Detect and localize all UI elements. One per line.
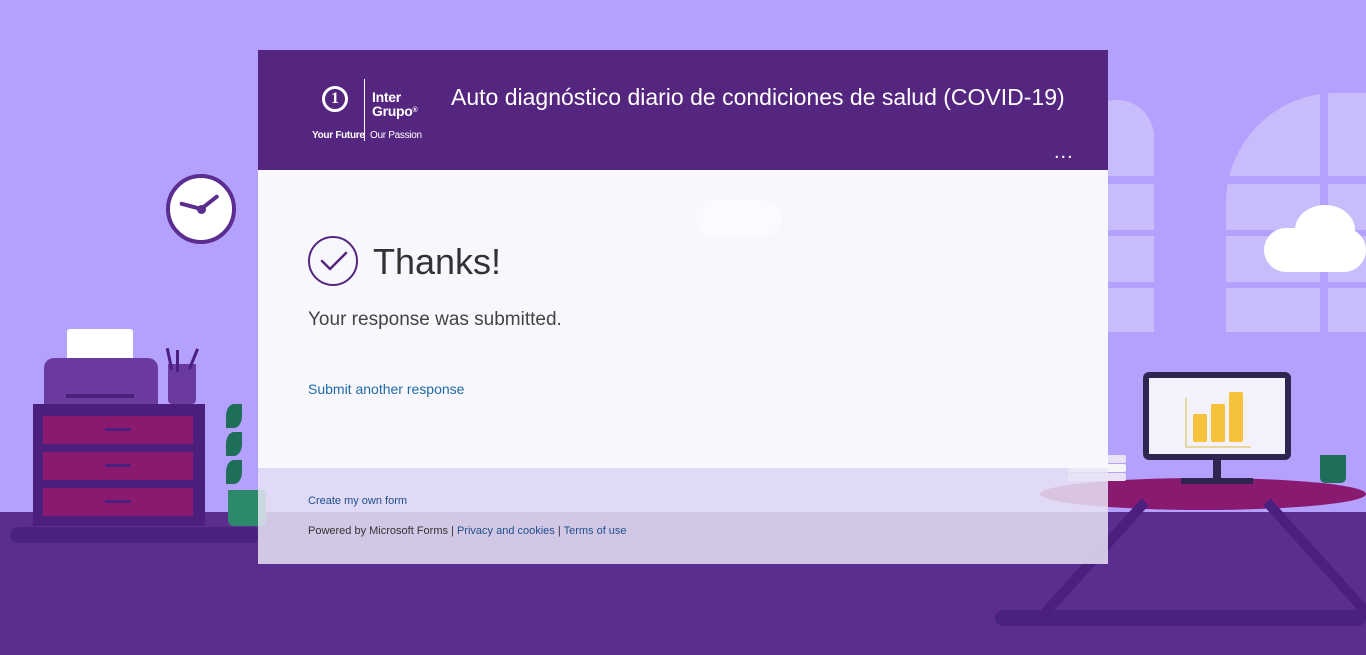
- monitor-icon: [1143, 372, 1291, 460]
- create-form-link[interactable]: Create my own form: [308, 495, 407, 507]
- form-footer: Create my own form Powered by Microsoft …: [258, 468, 1108, 564]
- logo-tagline-right: Our Passion: [370, 130, 422, 141]
- thanks-heading: Thanks!: [373, 241, 502, 282]
- form-header: 1 Inter Grupo® Your Future Our Passion A…: [258, 50, 1108, 170]
- form-title: Auto diagnóstico diario de condiciones d…: [451, 84, 1065, 110]
- terms-link[interactable]: Terms of use: [564, 525, 627, 537]
- plant-icon: [226, 404, 242, 428]
- checkmark-icon: [308, 236, 358, 286]
- submitted-message: Your response was submitted.: [308, 309, 562, 330]
- more-options-icon[interactable]: ...: [1054, 142, 1074, 162]
- mug-icon: [1320, 455, 1346, 483]
- printer-icon: [44, 358, 158, 406]
- form-card: 1 Inter Grupo® Your Future Our Passion A…: [258, 50, 1108, 564]
- pencil-cup-icon: [168, 364, 196, 404]
- powered-by-text: Powered by Microsoft Forms | Privacy and…: [308, 525, 627, 537]
- submit-another-link[interactable]: Submit another response: [308, 381, 464, 397]
- confirmation-panel: Thanks! Your response was submitted. Sub…: [258, 170, 1108, 468]
- logo-wordmark: Inter Grupo®: [372, 89, 418, 119]
- logo-mark-icon: 1: [322, 86, 348, 112]
- drawer-cabinet: [33, 404, 205, 526]
- clock-icon: [166, 174, 236, 244]
- privacy-link[interactable]: Privacy and cookies: [457, 525, 555, 537]
- intergrupo-logo: 1 Inter Grupo® Your Future Our Passion: [310, 76, 422, 144]
- logo-tagline-left: Your Future: [312, 130, 365, 141]
